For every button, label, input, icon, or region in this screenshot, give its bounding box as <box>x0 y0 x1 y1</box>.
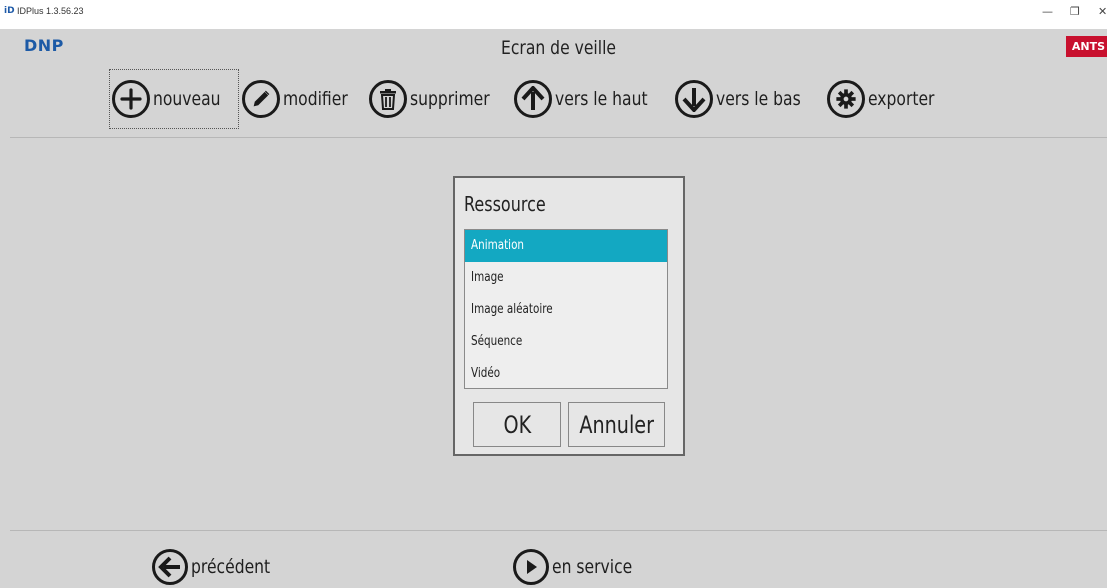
arrow-down-icon <box>675 80 714 118</box>
move-down-button-label: vers le bas <box>716 88 802 110</box>
list-item-label: Animation <box>471 238 525 253</box>
trash-icon <box>369 80 408 118</box>
footer-divider <box>10 530 1107 531</box>
move-up-button-label: vers le haut <box>555 88 649 110</box>
brand-logo: DNP <box>24 36 64 55</box>
move-down-button[interactable]: vers le bas <box>672 69 823 129</box>
list-item-label: Image aléatoire <box>471 302 553 317</box>
export-button[interactable]: exporter <box>824 69 953 129</box>
previous-button[interactable]: précédent <box>152 549 288 585</box>
toolbar-divider <box>10 137 1107 138</box>
move-up-button[interactable]: vers le haut <box>511 69 672 129</box>
pencil-icon <box>242 80 281 118</box>
cancel-button-label: Annuler <box>579 410 654 439</box>
delete-button-label: supprimer <box>410 88 490 110</box>
delete-button[interactable]: supprimer <box>366 69 511 129</box>
list-item-sequence[interactable]: Séquence <box>465 326 667 358</box>
list-item-label: Vidéo <box>471 366 501 381</box>
in-service-button-label: en service <box>552 556 633 578</box>
ok-button-label: OK <box>503 410 531 439</box>
cancel-button[interactable]: Annuler <box>568 402 665 447</box>
page-title: Ecran de veille <box>500 37 617 59</box>
new-button-label: nouveau <box>153 88 221 110</box>
list-item-label: Image <box>471 270 504 285</box>
list-item-animation[interactable]: Animation <box>465 230 667 262</box>
gear-icon <box>826 80 865 118</box>
list-item-video[interactable]: Vidéo <box>465 358 667 390</box>
previous-button-label: précédent <box>191 556 271 578</box>
resource-dialog: Ressource Animation Image Image aléatoir… <box>453 176 685 456</box>
ants-badge: ANTS <box>1065 36 1107 57</box>
app-logo-icon: iD <box>4 6 15 16</box>
toolbar: nouveau modifier supprimer vers le haut … <box>109 68 953 130</box>
play-icon <box>513 549 549 585</box>
window-titlebar: iD IDPlus 1.3.56.23 — ❐ ✕ <box>0 0 1107 29</box>
list-item-label: Séquence <box>471 334 523 349</box>
in-service-button[interactable]: en service <box>513 549 650 585</box>
edit-button[interactable]: modifier <box>239 69 366 129</box>
arrow-left-icon <box>152 549 188 585</box>
dialog-title: Ressource <box>464 192 546 216</box>
list-item-random-image[interactable]: Image aléatoire <box>465 294 667 326</box>
app-main: DNP Ecran de veille ANTS nouveau modifie… <box>10 29 1107 588</box>
arrow-up-icon <box>514 80 553 118</box>
edit-button-label: modifier <box>283 88 349 110</box>
export-button-label: exporter <box>867 88 935 110</box>
list-item-image[interactable]: Image <box>465 262 667 294</box>
restore-button[interactable]: ❐ <box>1070 5 1080 18</box>
minimize-button[interactable]: — <box>1042 5 1053 18</box>
resource-list[interactable]: Animation Image Image aléatoire Séquence… <box>464 229 668 389</box>
window-title: IDPlus 1.3.56.23 <box>17 6 84 16</box>
plus-icon <box>112 80 150 118</box>
new-button[interactable]: nouveau <box>109 69 240 129</box>
close-button[interactable]: ✕ <box>1098 5 1107 18</box>
ok-button[interactable]: OK <box>473 402 561 447</box>
